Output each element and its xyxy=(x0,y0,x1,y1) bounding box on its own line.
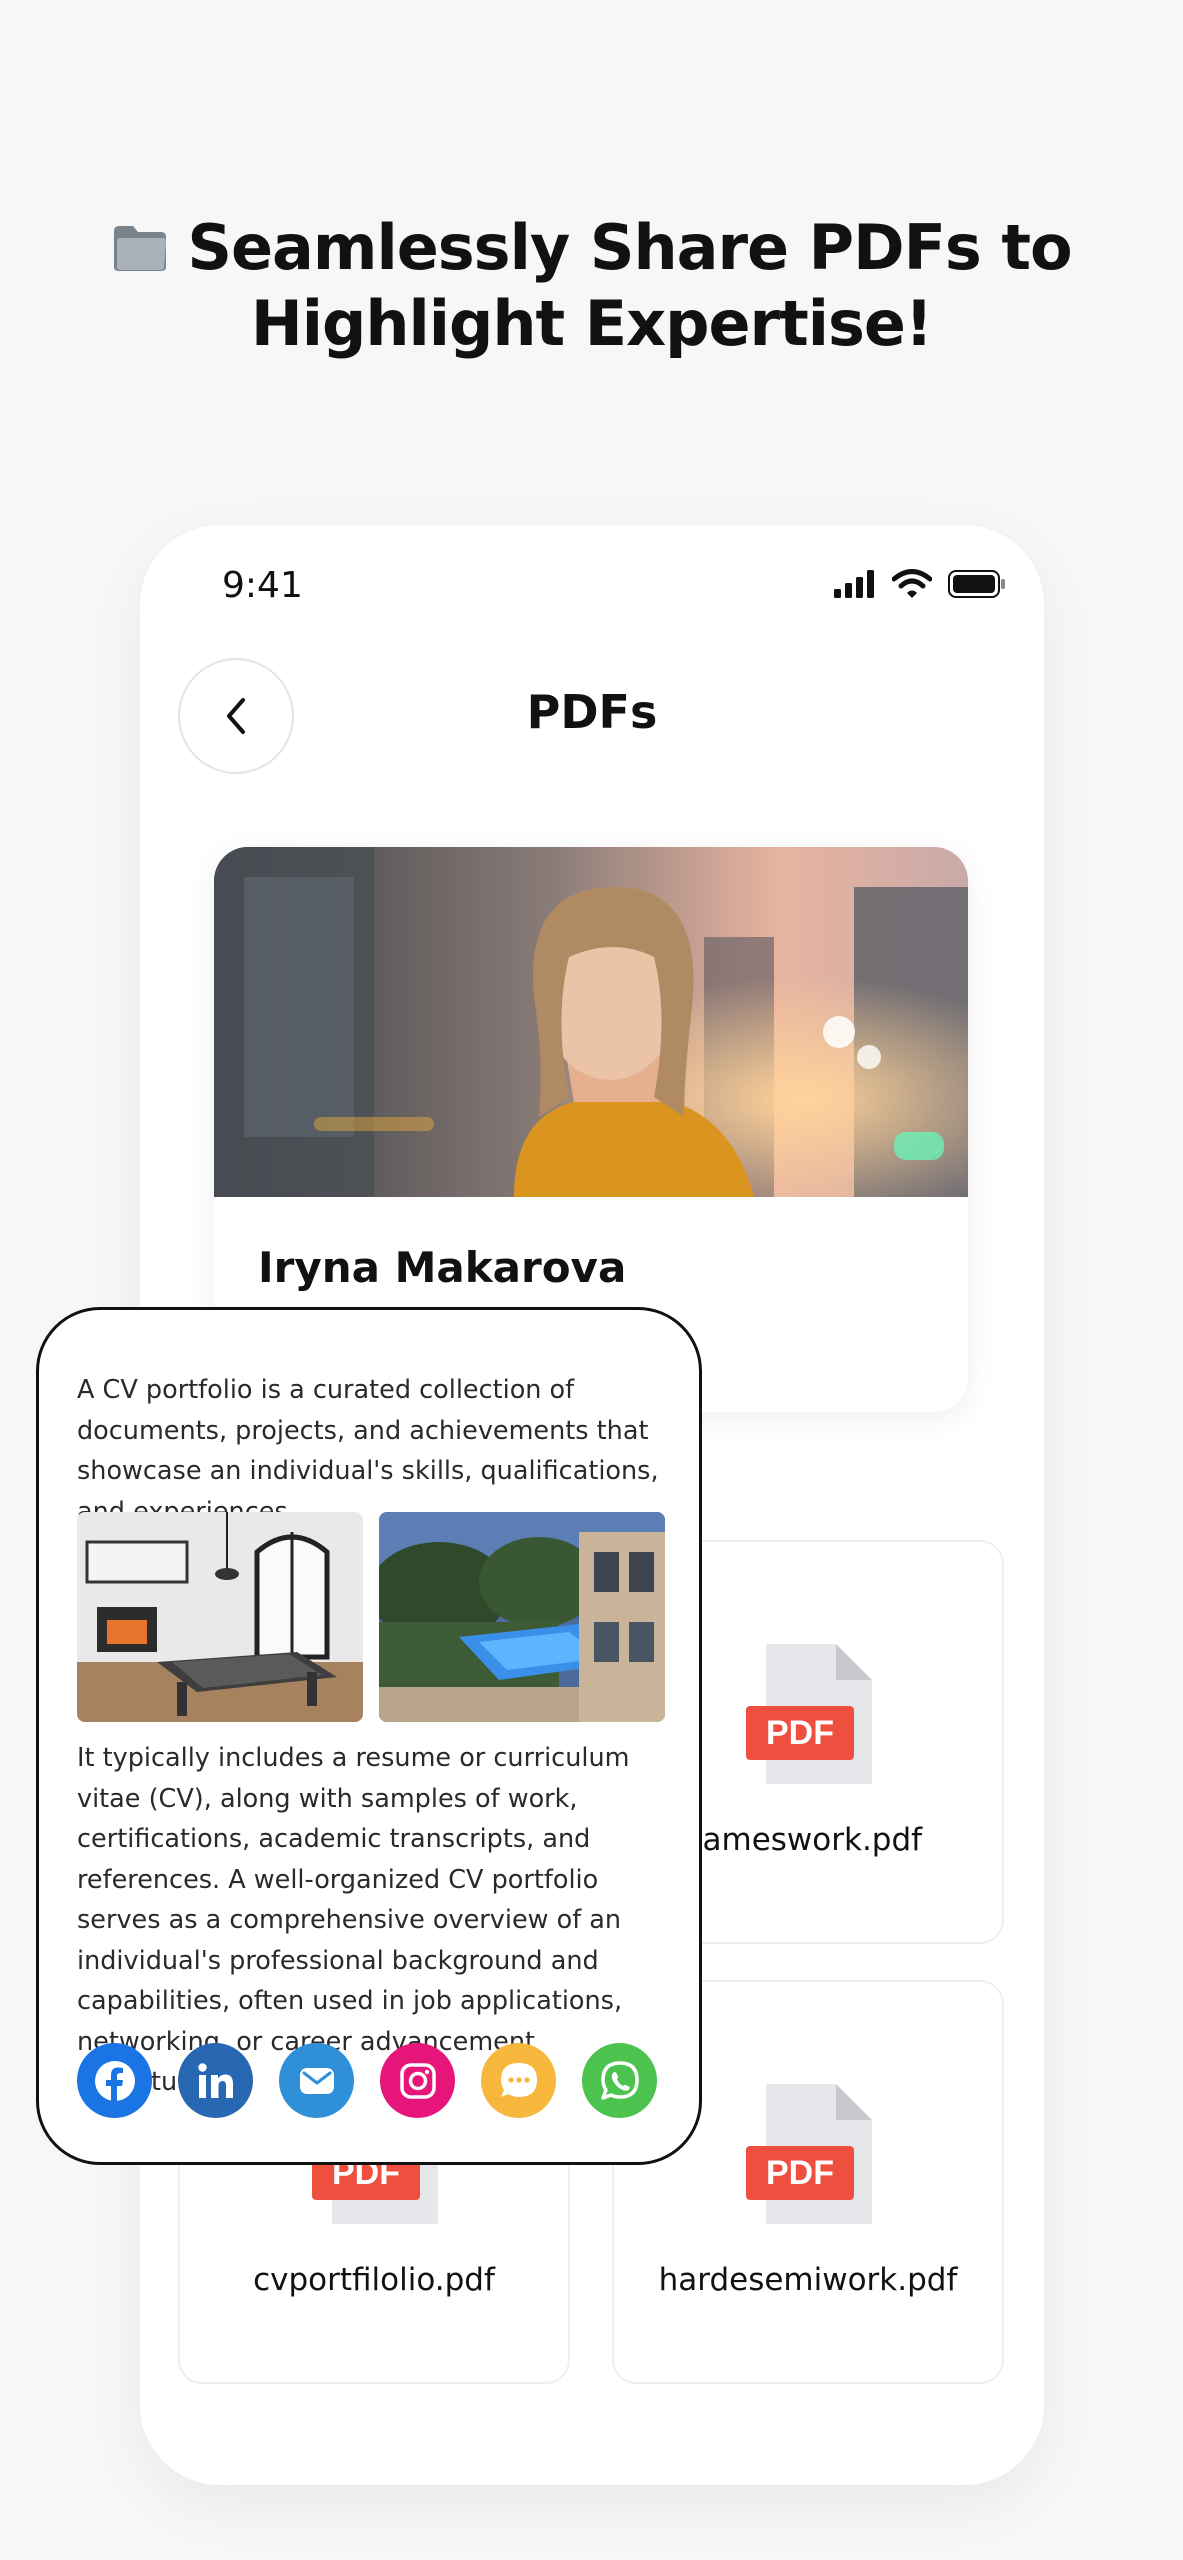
profile-photo xyxy=(214,847,968,1197)
promo-headline: Seamlessly Share PDFs to Highlight Exper… xyxy=(0,210,1183,362)
gallery-image-pool[interactable] xyxy=(379,1512,665,1722)
wifi-icon xyxy=(892,569,932,598)
whatsapp-icon xyxy=(600,2060,639,2100)
page-title: PDFs xyxy=(526,685,658,739)
pdf-file-icon: PDF xyxy=(746,2084,872,2224)
pdf-file-icon: PDF xyxy=(746,1644,872,1784)
status-time: 9:41 xyxy=(222,565,303,606)
share-whatsapp-button[interactable] xyxy=(582,2043,657,2118)
gallery-image-interior[interactable] xyxy=(77,1512,363,1722)
share-facebook-button[interactable] xyxy=(77,2043,152,2118)
pdf-badge: PDF xyxy=(766,2154,834,2192)
share-popup: A CV portfolio is a curated collection o… xyxy=(36,1307,702,2165)
interior-photo xyxy=(77,1512,363,1722)
instagram-icon xyxy=(399,2062,436,2099)
file-name: cvportfilolio.pdf xyxy=(253,2262,495,2298)
file-name: hardesemiwork.pdf xyxy=(658,2262,958,2298)
headline-line-1: Seamlessly Share PDFs to xyxy=(187,211,1072,284)
share-chat-button[interactable] xyxy=(481,2043,556,2118)
mail-icon xyxy=(299,2067,334,2094)
pdf-badge: PDF xyxy=(766,1714,834,1752)
folder-icon xyxy=(114,226,167,271)
share-instagram-button[interactable] xyxy=(380,2043,455,2118)
status-icons xyxy=(834,569,1006,599)
social-share-row xyxy=(77,2043,657,2118)
share-email-button[interactable] xyxy=(279,2043,354,2118)
battery-icon xyxy=(948,570,1005,598)
popup-intro-text: A CV portfolio is a curated collection o… xyxy=(77,1375,659,1527)
linkedin-icon xyxy=(197,2062,233,2098)
facebook-icon xyxy=(94,2060,135,2101)
chat-icon xyxy=(500,2062,537,2097)
pool-photo xyxy=(379,1512,665,1722)
headline-line-2: Highlight Expertise! xyxy=(250,287,933,360)
signal-icon xyxy=(834,570,874,598)
profile-name: Iryna Makarova xyxy=(258,1243,627,1292)
share-linkedin-button[interactable] xyxy=(178,2043,253,2118)
